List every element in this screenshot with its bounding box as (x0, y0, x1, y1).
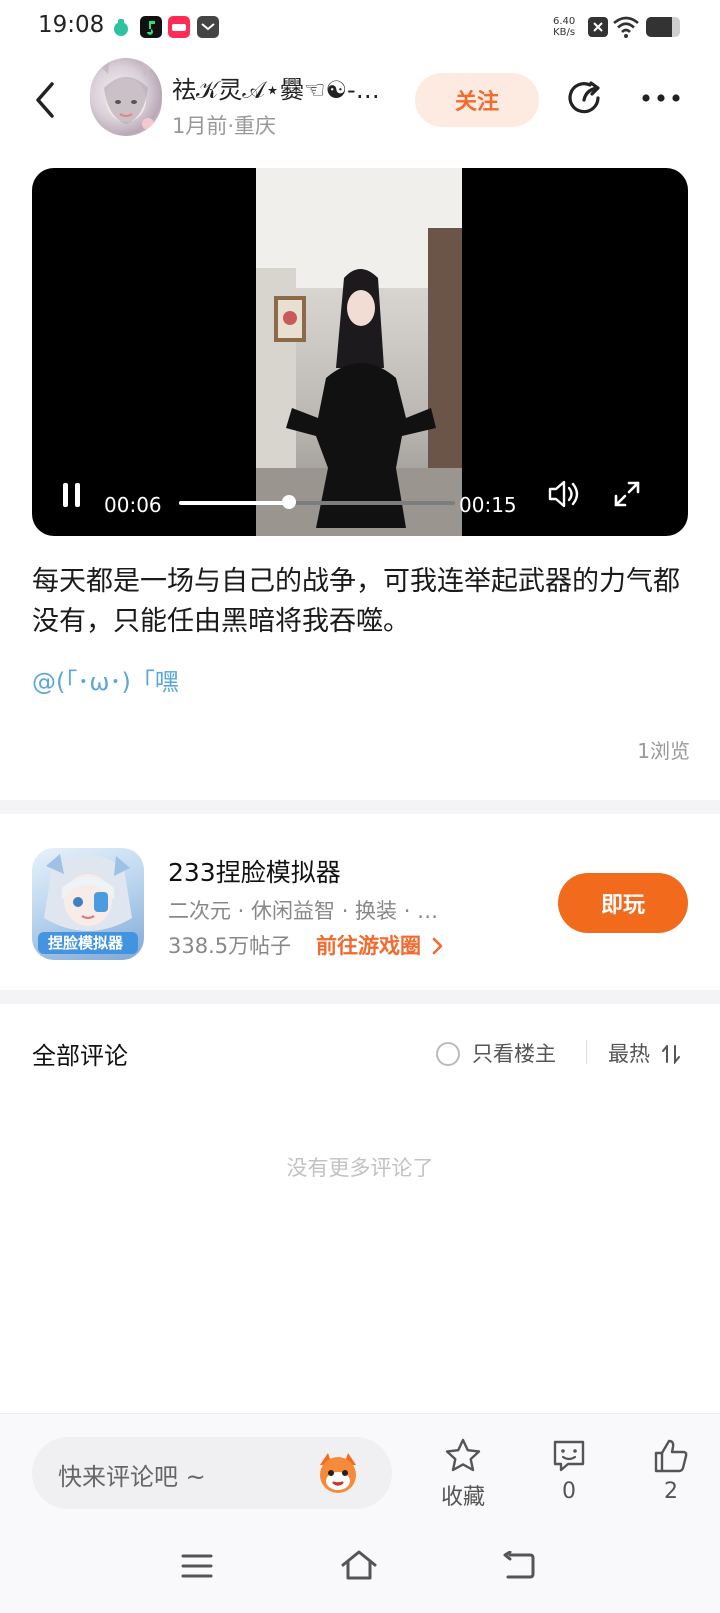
sim-blocked-icon (588, 17, 608, 37)
home-nav-button[interactable] (340, 1549, 378, 1585)
avatar-image-icon (100, 60, 154, 130)
game-name[interactable]: 233捏脸模拟器 (168, 853, 341, 889)
view-count: 1浏览 (637, 739, 690, 763)
star-icon (445, 1438, 481, 1472)
more-dots-icon (642, 94, 680, 102)
avatar[interactable] (90, 58, 162, 136)
video-player[interactable]: 00:06 00:15 (32, 168, 688, 536)
mention-link[interactable]: @(「･ω･)「嘿 (32, 662, 179, 697)
back-nav-button[interactable] (502, 1550, 536, 1585)
section-divider (0, 800, 720, 814)
video-frame (256, 168, 462, 536)
home-icon (341, 1550, 377, 1580)
video-thumbnail-icon (256, 168, 462, 536)
sort-icon (661, 1045, 680, 1065)
play-now-button[interactable]: 即玩 (558, 873, 688, 933)
back-button[interactable] (30, 80, 64, 124)
comment-icon (553, 1440, 585, 1472)
game-tags: 二次元 · 休闲益智 · 换装 · … (168, 899, 439, 923)
current-time: 00:06 (104, 493, 162, 517)
pause-button[interactable] (60, 481, 84, 513)
no-more-comments: 没有更多评论了 (286, 1156, 434, 1180)
follow-button[interactable]: 关注 (415, 73, 539, 127)
mascot-icon (320, 1453, 356, 1493)
like-button[interactable]: 2 (631, 1437, 711, 1504)
status-time: 19:08 (38, 12, 105, 38)
thumbs-up-icon (654, 1439, 688, 1473)
section-divider (0, 990, 720, 1004)
op-only-label[interactable]: 只看楼主 (472, 1038, 556, 1068)
filter-separator (586, 1040, 587, 1064)
volume-button[interactable] (546, 478, 582, 514)
more-button[interactable] (640, 88, 684, 112)
comment-placeholder: 快来评论吧 ~ (58, 1463, 206, 1491)
battery-icon (646, 17, 680, 37)
volume-icon (548, 480, 579, 508)
wifi-icon (612, 15, 640, 43)
op-only-radio[interactable] (436, 1042, 460, 1066)
post-meta: 1月前·重庆 (172, 114, 277, 138)
back-arrow-icon (36, 82, 54, 118)
emoji-mascot-button[interactable] (314, 1449, 362, 1501)
fullscreen-button[interactable] (612, 479, 642, 513)
sort-toggle[interactable]: 最热 (608, 1038, 681, 1068)
music-app-icon (140, 16, 162, 38)
game-icon-text: 捏脸模拟器 (48, 934, 124, 952)
favorite-button[interactable]: 收藏 (423, 1437, 503, 1511)
comment-count-button[interactable]: 0 (529, 1437, 609, 1504)
comments-title: 全部评论 (32, 1042, 128, 1070)
game-icon[interactable]: 捏脸模拟器 (32, 848, 144, 960)
mint-badge-icon (110, 16, 132, 38)
sort-label: 最热 (608, 1042, 650, 1066)
fullscreen-icon (614, 481, 640, 507)
comment-count: 0 (562, 1479, 576, 1504)
share-button[interactable] (564, 78, 604, 122)
red-app-icon (168, 16, 190, 38)
progress-bar[interactable] (179, 495, 455, 509)
net-speed: 6.40 KB/s (553, 16, 576, 38)
favorite-label: 收藏 (440, 1485, 485, 1510)
menu-nav-button[interactable] (180, 1551, 214, 1585)
menu-icon (181, 1554, 213, 1578)
share-icon (568, 81, 600, 114)
chevron-right-icon (433, 937, 443, 955)
username[interactable]: 祛𝒦灵𝒜⋆爨☜☯-… (172, 70, 412, 105)
back-nav-icon (503, 1550, 535, 1579)
pause-icon (63, 483, 80, 507)
game-circle-link[interactable]: 前往游戏圈 (316, 930, 444, 960)
progress-fill (179, 501, 290, 505)
game-circle-link-label: 前往游戏圈 (316, 934, 421, 958)
like-count: 2 (664, 1479, 678, 1504)
game-post-count: 338.5万帖子 (168, 934, 292, 958)
duration: 00:15 (459, 493, 517, 517)
mail-box-icon (197, 16, 219, 38)
post-text: 每天都是一场与自己的战争，可我连举起武器的力气都没有，只能任由黑暗将我吞噬。 (32, 566, 680, 637)
